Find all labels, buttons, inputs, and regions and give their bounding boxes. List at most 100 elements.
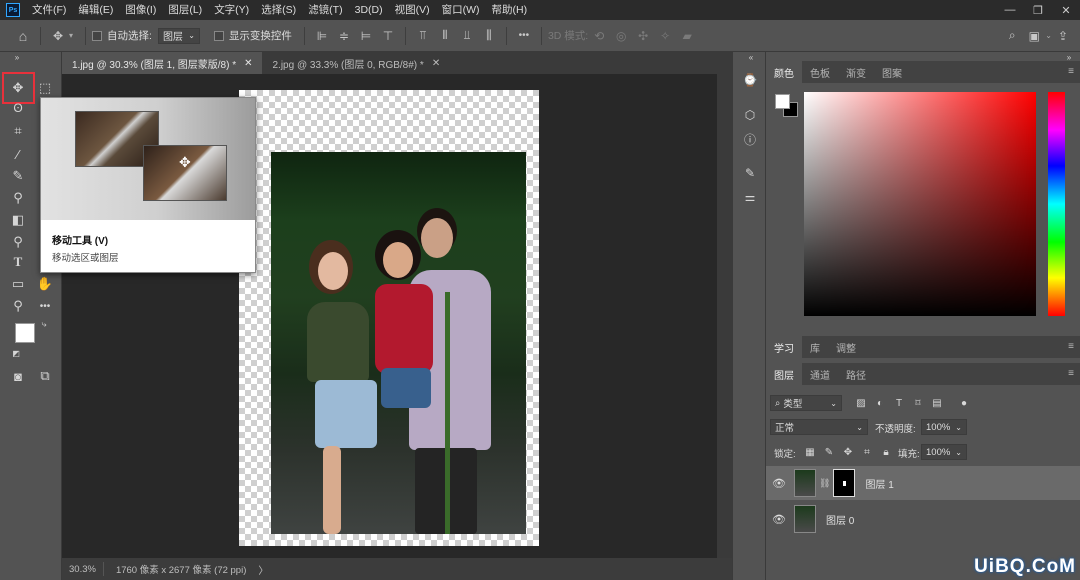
menu-type[interactable]: 文字(Y) [208,0,255,20]
collapse-toolbar-icon[interactable]: » [6,52,28,62]
tab-channels[interactable]: 通道 [802,363,838,385]
restore-button[interactable]: ❐ [1024,0,1052,20]
move-tool-preset-icon[interactable]: ✥ [47,25,69,47]
share-icon[interactable]: ⇪ [1052,25,1074,47]
crop-tool-icon[interactable]: ⌗ [7,120,29,142]
gradient-tool-icon[interactable]: ◧ [7,209,29,231]
tab-layers[interactable]: 图层 [766,363,802,385]
swap-colors-icon[interactable]: ⤷ [38,318,50,330]
distribute-top-icon[interactable]: ⫪ [412,25,434,47]
align-right-icon[interactable]: ⊨ [355,25,377,47]
move-tool-icon[interactable]: ✥ [7,77,29,99]
shape-tool-icon[interactable]: ▭ [7,273,29,295]
brush-settings-icon[interactable]: ✎ [739,162,761,184]
quick-mask-icon[interactable]: ◙ [7,365,29,387]
collapse-icon[interactable]: « [740,52,762,62]
filter-toggle-icon[interactable]: ● [956,395,972,411]
tab-2jpg[interactable]: 2.jpg @ 33.3% (图层 0, RGB/8#) * ✕ [262,52,450,74]
document-canvas[interactable] [239,90,539,546]
align-top-icon[interactable]: ⊤ [377,25,399,47]
filter-shape-icon[interactable]: ⌑ [910,395,926,411]
foreground-color[interactable] [15,323,35,343]
filter-smart-object-icon[interactable]: ▤ [929,395,945,411]
eyedropper-tool-icon[interactable]: ⁄ [7,143,29,165]
color-picker-field[interactable] [804,92,1036,316]
dodge-tool-icon[interactable]: ⚲ [7,231,29,253]
lock-transparency-icon[interactable]: ▦ [802,444,818,460]
menu-select[interactable]: 选择(S) [255,0,302,20]
zoom-tool-icon[interactable]: ⚲ [7,295,29,317]
menu-file[interactable]: 文件(F) [26,0,72,20]
layer-filter-dropdown[interactable]: ⌕ 类型 ⌄ [770,395,842,411]
zoom-level[interactable]: 30.3% [62,564,103,575]
filter-pixel-icon[interactable]: ▨ [853,395,869,411]
layer-row-layer-0[interactable]: 👁︎ 图层 0 [766,502,1080,536]
tab-libraries[interactable]: 库 [802,336,828,358]
screen-mode-icon[interactable]: ⧉ [34,365,56,387]
layer-name[interactable]: 图层 1 [865,476,893,491]
filter-type-icon[interactable]: T [891,395,907,411]
distribute-bottom-icon[interactable]: ⫫ [456,25,478,47]
panel-menu-icon[interactable]: ≡ [1068,341,1074,352]
panel-menu-icon[interactable]: ≡ [1068,66,1074,77]
close-icon[interactable]: ✕ [244,58,252,69]
panel-menu-icon[interactable]: ≡ [1068,368,1074,379]
chevron-down-icon[interactable]: ▾ [69,31,73,40]
opacity-field[interactable]: 100% ⌄ [921,419,967,435]
menu-view[interactable]: 视图(V) [389,0,436,20]
tab-learn[interactable]: 学习 [766,336,802,358]
menu-layer[interactable]: 图层(L) [162,0,208,20]
minimize-button[interactable]: — [996,0,1024,20]
more-tools-icon[interactable]: ••• [34,295,56,317]
marquee-tool-icon[interactable]: ⬚ [34,77,56,99]
lock-all-icon[interactable]: 🔒︎ [878,444,894,460]
align-hcenter-icon[interactable]: ≑ [333,25,355,47]
lock-position-icon[interactable]: ✥ [840,444,856,460]
history-icon[interactable]: ⌚ [739,69,761,91]
healing-brush-icon[interactable]: ✎ [7,165,29,187]
menu-filter[interactable]: 滤镜(T) [302,0,348,20]
lasso-tool-icon[interactable]: ʘ [7,97,29,119]
close-button[interactable]: ✕ [1052,0,1080,20]
home-icon[interactable]: ⌂ [12,25,34,47]
auto-select-checkbox[interactable] [92,30,103,41]
clone-stamp-icon[interactable]: ⚲ [7,187,29,209]
tab-swatches[interactable]: 色板 [802,61,838,83]
tab-color[interactable]: 颜色 [766,61,802,83]
menu-image[interactable]: 图像(I) [119,0,162,20]
lock-artboard-icon[interactable]: ⌗ [859,444,875,460]
chevron-down-icon[interactable]: ⌄ [1045,31,1052,40]
layer-row-layer-1[interactable]: 👁︎ ⛓︎ 图层 1 [766,466,1080,500]
auto-select-dropdown[interactable]: 图层 ⌄ [157,27,200,44]
family-photo[interactable] [271,152,526,534]
hue-slider[interactable] [1048,92,1065,316]
show-transform-checkbox[interactable] [213,30,224,41]
tab-adjustments[interactable]: 调整 [828,336,864,358]
info-icon[interactable]: ⓘ [739,128,761,150]
vertical-scrollbar[interactable] [717,74,732,558]
menu-window[interactable]: 窗口(W) [436,0,486,20]
menu-help[interactable]: 帮助(H) [486,0,534,20]
adjust-sliders-icon[interactable]: ⚌ [739,186,761,208]
ps-logo[interactable]: Ps [6,3,20,17]
status-menu-arrow[interactable]: 〉 [258,562,268,577]
layer-name[interactable]: 图层 0 [826,512,854,527]
foreground-swatch[interactable] [775,94,790,109]
tab-paths[interactable]: 路径 [838,363,874,385]
3d-cube-icon[interactable]: ⬡ [739,104,761,126]
tab-gradients[interactable]: 渐变 [838,61,874,83]
menu-edit[interactable]: 编辑(E) [72,0,119,20]
lock-pixels-icon[interactable]: ✎ [821,444,837,460]
distribute-spacing-icon[interactable]: ⫼ [478,25,500,47]
visibility-eye-icon[interactable]: 👁︎ [766,513,792,526]
tab-1jpg[interactable]: 1.jpg @ 30.3% (图层 1, 图层蒙版/8) * ✕ [62,52,263,74]
visibility-eye-icon[interactable]: 👁︎ [766,477,792,490]
layer-mask-thumbnail[interactable] [833,469,856,497]
align-left-icon[interactable]: ⊫ [311,25,333,47]
close-icon[interactable]: ✕ [432,58,440,69]
type-tool-icon[interactable]: T [7,251,29,273]
default-colors-icon[interactable]: ◩ [11,348,21,358]
more-options-button[interactable]: ••• [513,25,535,47]
distribute-vcenter-icon[interactable]: ⫴ [434,25,456,47]
fill-field[interactable]: 100% ⌄ [921,444,967,460]
